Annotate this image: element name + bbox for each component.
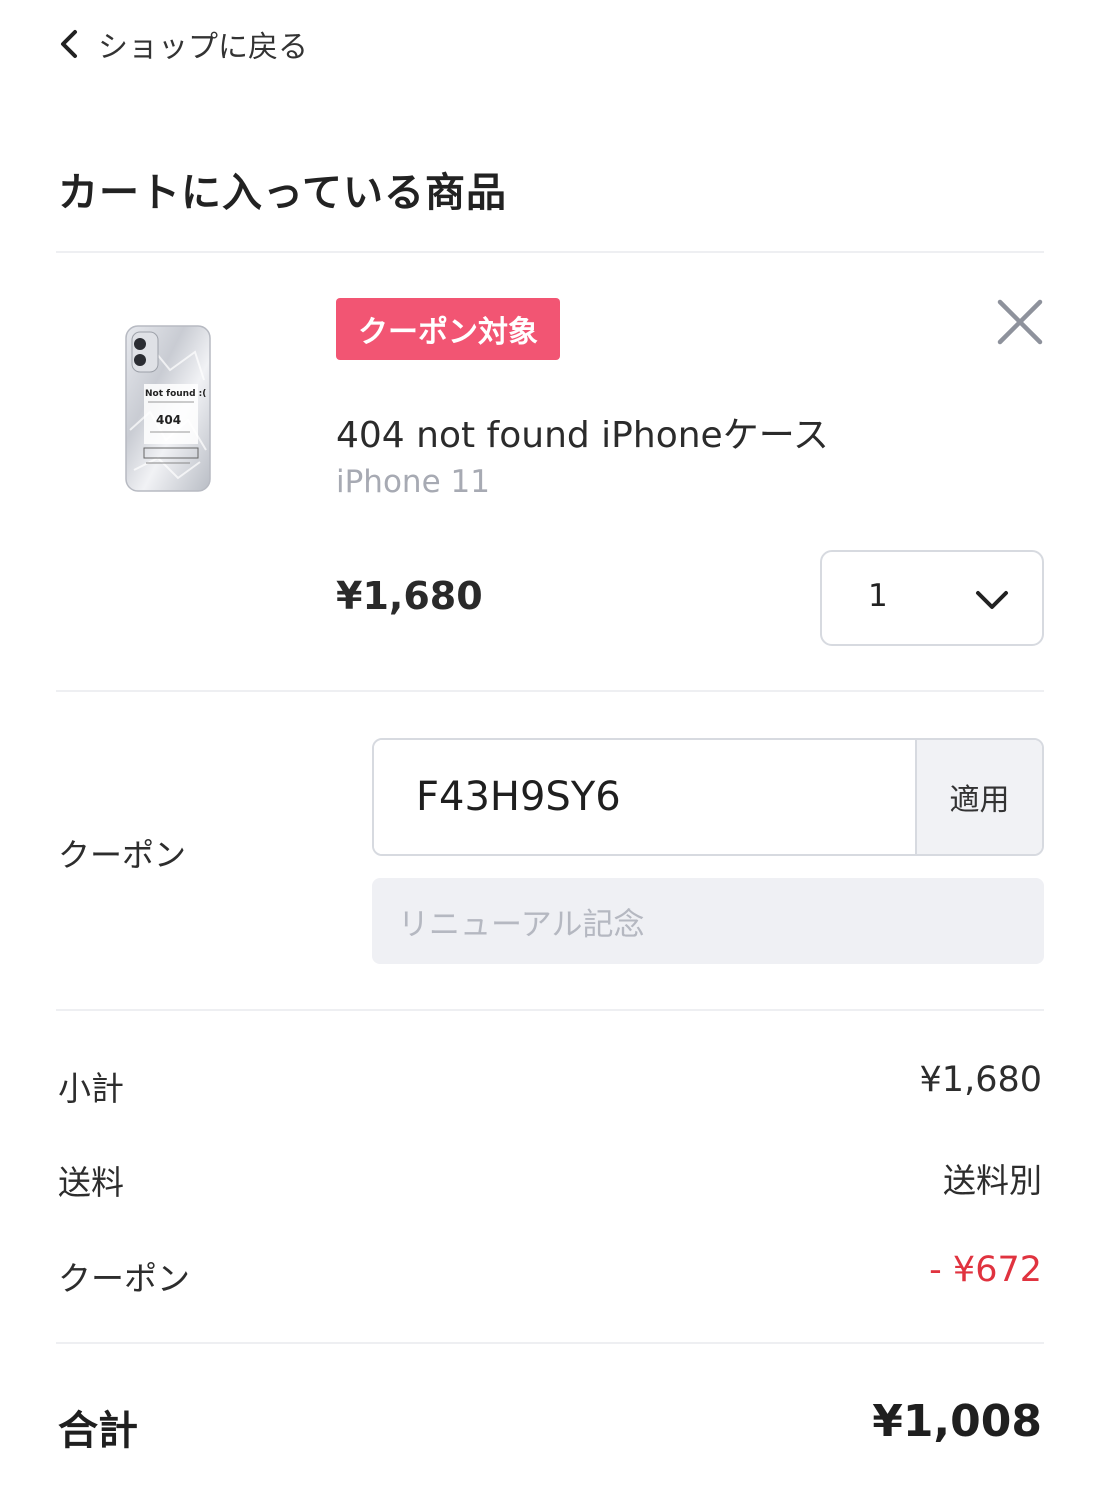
product-price: ¥1,680 (336, 574, 483, 618)
subtotal-label: 小計 (58, 1069, 124, 1108)
case-print-heading: Not found :( (145, 389, 206, 399)
chevron-left-icon (61, 30, 77, 58)
total-label: 合計 (58, 1408, 138, 1454)
coupon-discount-value: - ¥672 (929, 1250, 1042, 1290)
case-print-code: 404 (156, 413, 181, 427)
divider (56, 690, 1044, 692)
subtotal-value: ¥1,680 (919, 1060, 1042, 1100)
product-thumbnail[interactable]: Not found :( 404 (100, 300, 235, 515)
apply-coupon-button[interactable]: 適用 (915, 740, 1042, 854)
total-value: ¥1,008 (872, 1396, 1042, 1447)
quantity-value: 1 (868, 578, 888, 614)
remove-item-button[interactable] (996, 298, 1044, 346)
product-variant: iPhone 11 (336, 464, 490, 500)
coupon-description: リニューアル記念 (372, 878, 1044, 964)
coupon-form: 適用 (372, 738, 1044, 856)
coupon-code-input[interactable] (374, 740, 915, 854)
divider (56, 251, 1044, 253)
divider (56, 1342, 1044, 1344)
back-label: ショップに戻る (98, 30, 308, 65)
coupon-discount-label: クーポン (58, 1259, 190, 1298)
shipping-value: 送料別 (943, 1161, 1042, 1200)
quantity-select[interactable]: 1 (820, 550, 1044, 646)
page-title: カートに入っている商品 (58, 170, 507, 216)
shipping-label: 送料 (58, 1163, 124, 1202)
product-name[interactable]: 404 not found iPhoneケース (336, 406, 829, 458)
coupon-eligible-badge: クーポン対象 (336, 298, 560, 360)
coupon-label: クーポン (58, 836, 187, 874)
chevron-down-icon (976, 591, 1008, 609)
close-icon (997, 299, 1043, 345)
divider (56, 1009, 1044, 1011)
back-to-shop-link[interactable]: ショップに戻る (58, 22, 308, 66)
